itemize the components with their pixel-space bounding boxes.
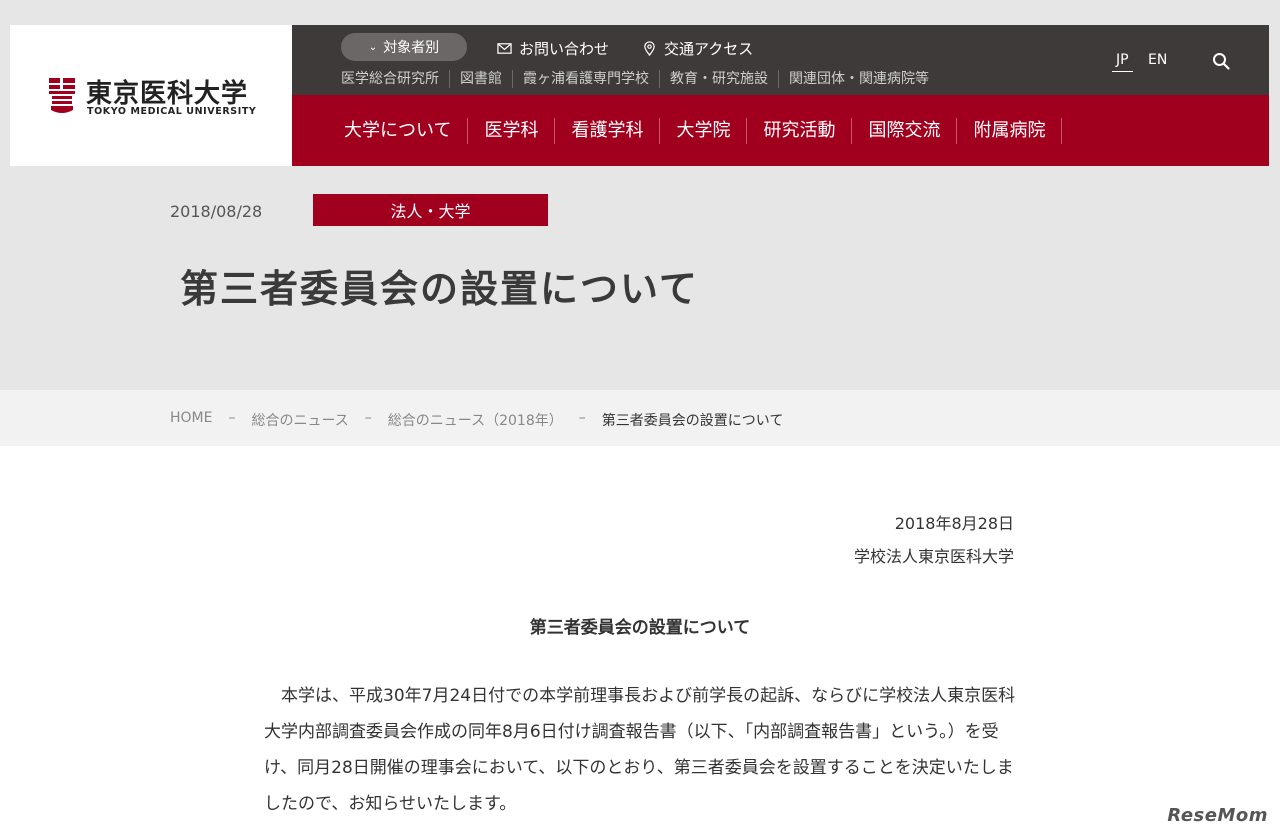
nav-nursing[interactable]: 看護学科 (555, 117, 661, 144)
sub-links: 医学総合研究所 図書館 霞ヶ浦看護専門学校 教育・研究施設 関連団体・関連病院等 (341, 70, 939, 88)
nav-medicine[interactable]: 医学科 (468, 117, 556, 144)
audience-label: 対象者別 (383, 40, 440, 56)
search-icon[interactable] (1212, 52, 1230, 70)
chevron-down-icon: ⌄ (368, 41, 378, 53)
breadcrumb-separator: – (578, 410, 586, 426)
nav-graduate[interactable]: 大学院 (660, 117, 748, 144)
sub-link-library[interactable]: 図書館 (449, 70, 512, 88)
main-nav: 大学について 医学科 看護学科 大学院 研究活動 国際交流 附属病院 (292, 95, 1269, 166)
nav-research[interactable]: 研究活動 (747, 117, 853, 144)
nav-hospitals[interactable]: 附属病院 (957, 117, 1063, 144)
breadcrumb-current: 第三者委員会の設置について (601, 413, 784, 429)
issue-date: 2018年8月28日 (894, 514, 1014, 533)
document-heading: 第三者委員会の設置について (529, 618, 751, 638)
article-date: 2018/08/28 (170, 202, 263, 221)
sub-link-nursing-school[interactable]: 霞ヶ浦看護専門学校 (512, 70, 659, 88)
breadcrumb-separator: – (364, 410, 372, 426)
university-seal-icon (49, 78, 75, 113)
sub-link-related-orgs[interactable]: 関連団体・関連病院等 (778, 70, 939, 88)
breadcrumb: HOME – 総合のニュース – 総合のニュース（2018年） – 第三者委員会… (170, 410, 783, 430)
map-pin-icon (644, 41, 655, 56)
logo-name-en: TOKYO MEDICAL UNIVERSITY (87, 106, 257, 117)
access-link[interactable]: 交通アクセス (642, 38, 753, 59)
body-paragraph: 本学は、平成30年7月24日付での本学前理事長および前学長の起訴、ならびに学校法… (264, 686, 1016, 814)
contact-link[interactable]: お問い合わせ (497, 38, 609, 59)
lang-en-link[interactable]: EN (1148, 52, 1167, 68)
logo-name-jp: 東京医科大学 (86, 79, 249, 109)
breadcrumb-bar: HOME – 総合のニュース – 総合のニュース（2018年） – 第三者委員会… (0, 390, 1280, 446)
breadcrumb-separator: – (228, 410, 236, 426)
utility-bar: ⌄ 対象者別 お問い合わせ 交通アクセス 医学総合研究所 図書館 霞ヶ浦看護専門… (292, 25, 1269, 95)
breadcrumb-news[interactable]: 総合のニュース (251, 410, 348, 430)
resemom-watermark: ReseMom (1167, 805, 1268, 826)
breadcrumb-home[interactable]: HOME (170, 410, 212, 430)
breadcrumb-news-2018[interactable]: 総合のニュース（2018年） (388, 410, 563, 430)
site-logo[interactable]: 東京医科大学 TOKYO MEDICAL UNIVERSITY (10, 25, 292, 166)
nav-international[interactable]: 国際交流 (852, 117, 958, 144)
page-title: 第三者委員会の設置について (180, 266, 699, 311)
access-label: 交通アクセス (664, 40, 754, 58)
category-badge: 法人・大学 (313, 194, 548, 226)
contact-label: お問い合わせ (519, 40, 610, 58)
sub-link-research-institute[interactable]: 医学総合研究所 (341, 70, 449, 88)
lang-jp-link[interactable]: JP (1112, 52, 1133, 72)
issuer: 学校法人東京医科大学 (853, 547, 1014, 566)
nav-about[interactable]: 大学について (328, 117, 469, 144)
sub-link-facilities[interactable]: 教育・研究施設 (659, 70, 778, 88)
audience-dropdown-button[interactable]: ⌄ 対象者別 (341, 33, 467, 61)
article-content: 2018年8月28日 学校法人東京医科大学 第三者委員会の設置について 本学は、… (0, 446, 1280, 836)
site-header: 東京医科大学 TOKYO MEDICAL UNIVERSITY ⌄ 対象者別 お… (10, 25, 1269, 166)
mail-icon (497, 43, 512, 54)
